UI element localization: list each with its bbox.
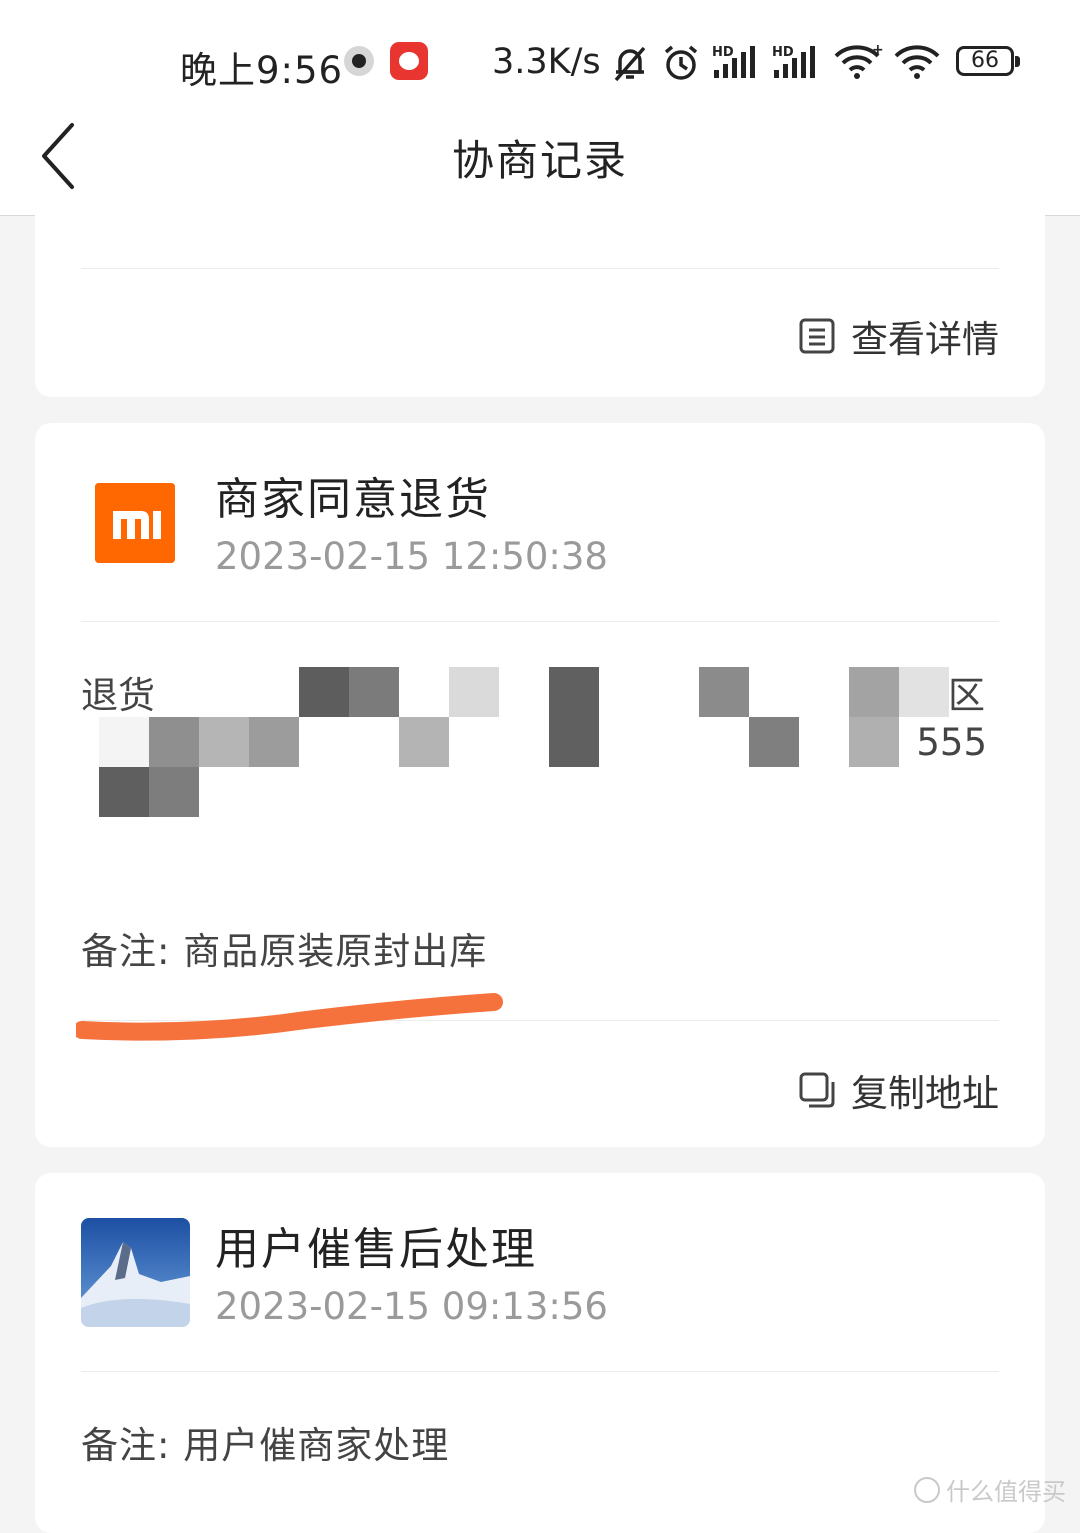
svg-text:+: + bbox=[872, 44, 884, 58]
record-remark: 备注: 商品原装原封出库 bbox=[81, 930, 488, 973]
address-label: 退货 bbox=[81, 674, 155, 717]
address-fragment: 区 bbox=[948, 674, 985, 717]
bell-off-icon bbox=[614, 46, 646, 82]
record-time: 2023-02-15 12:50:38 bbox=[215, 535, 608, 578]
status-bar: 晚上9:56 3.3K/s HD HD + 66 bbox=[0, 0, 1080, 105]
copy-address-button[interactable]: 复制地址 bbox=[799, 1063, 999, 1117]
mountain-avatar-icon bbox=[81, 1218, 190, 1327]
user-avatar bbox=[81, 1218, 190, 1327]
record-title: 用户催售后处理 bbox=[215, 1224, 537, 1275]
divider bbox=[81, 268, 999, 269]
mi-logo bbox=[95, 483, 175, 563]
mi-logo-icon bbox=[95, 483, 175, 563]
dot-icon bbox=[344, 46, 374, 76]
wifi-icon bbox=[894, 45, 940, 79]
wifi-plus-icon: + bbox=[834, 44, 884, 79]
view-details-button[interactable]: 查看详情 bbox=[799, 309, 999, 363]
watermark-text: 什么值得买 bbox=[946, 1478, 1066, 1506]
watermark: 什么值得买 bbox=[914, 1472, 1066, 1507]
network-speed: 3.3K/s bbox=[492, 42, 601, 82]
watermark-icon bbox=[914, 1476, 940, 1503]
copy-address-label: 复制地址 bbox=[851, 1072, 999, 1115]
view-details-label: 查看详情 bbox=[851, 318, 999, 361]
svg-text:HD: HD bbox=[772, 45, 794, 60]
address-fragment: 555 bbox=[916, 721, 987, 764]
record-remark: 备注: 用户催商家处理 bbox=[81, 1424, 450, 1467]
record-title: 商家同意退货 bbox=[215, 474, 491, 525]
copy-icon bbox=[799, 1072, 835, 1108]
divider bbox=[81, 1371, 999, 1372]
alarm-icon bbox=[664, 45, 698, 80]
record-time: 2023-02-15 09:13:56 bbox=[215, 1285, 608, 1328]
return-address: 退货 区 555 bbox=[81, 661, 999, 901]
divider bbox=[81, 621, 999, 622]
document-list-icon bbox=[799, 318, 835, 354]
highlight-stroke bbox=[76, 993, 503, 1041]
signal-hd-icon: HD bbox=[772, 45, 815, 78]
page-title: 协商记录 bbox=[451, 136, 628, 185]
svg-text:HD: HD bbox=[712, 45, 734, 60]
battery-icon: 66 bbox=[956, 46, 1020, 76]
app-notification-icon bbox=[390, 42, 428, 80]
signal-hd-icon: HD bbox=[712, 45, 755, 78]
record-card: 查看详情 bbox=[35, 195, 1045, 397]
status-time: 晚上9:56 bbox=[180, 49, 344, 92]
record-card: 用户催售后处理 2023-02-15 09:13:56 备注: 用户催商家处理 bbox=[35, 1173, 1045, 1533]
